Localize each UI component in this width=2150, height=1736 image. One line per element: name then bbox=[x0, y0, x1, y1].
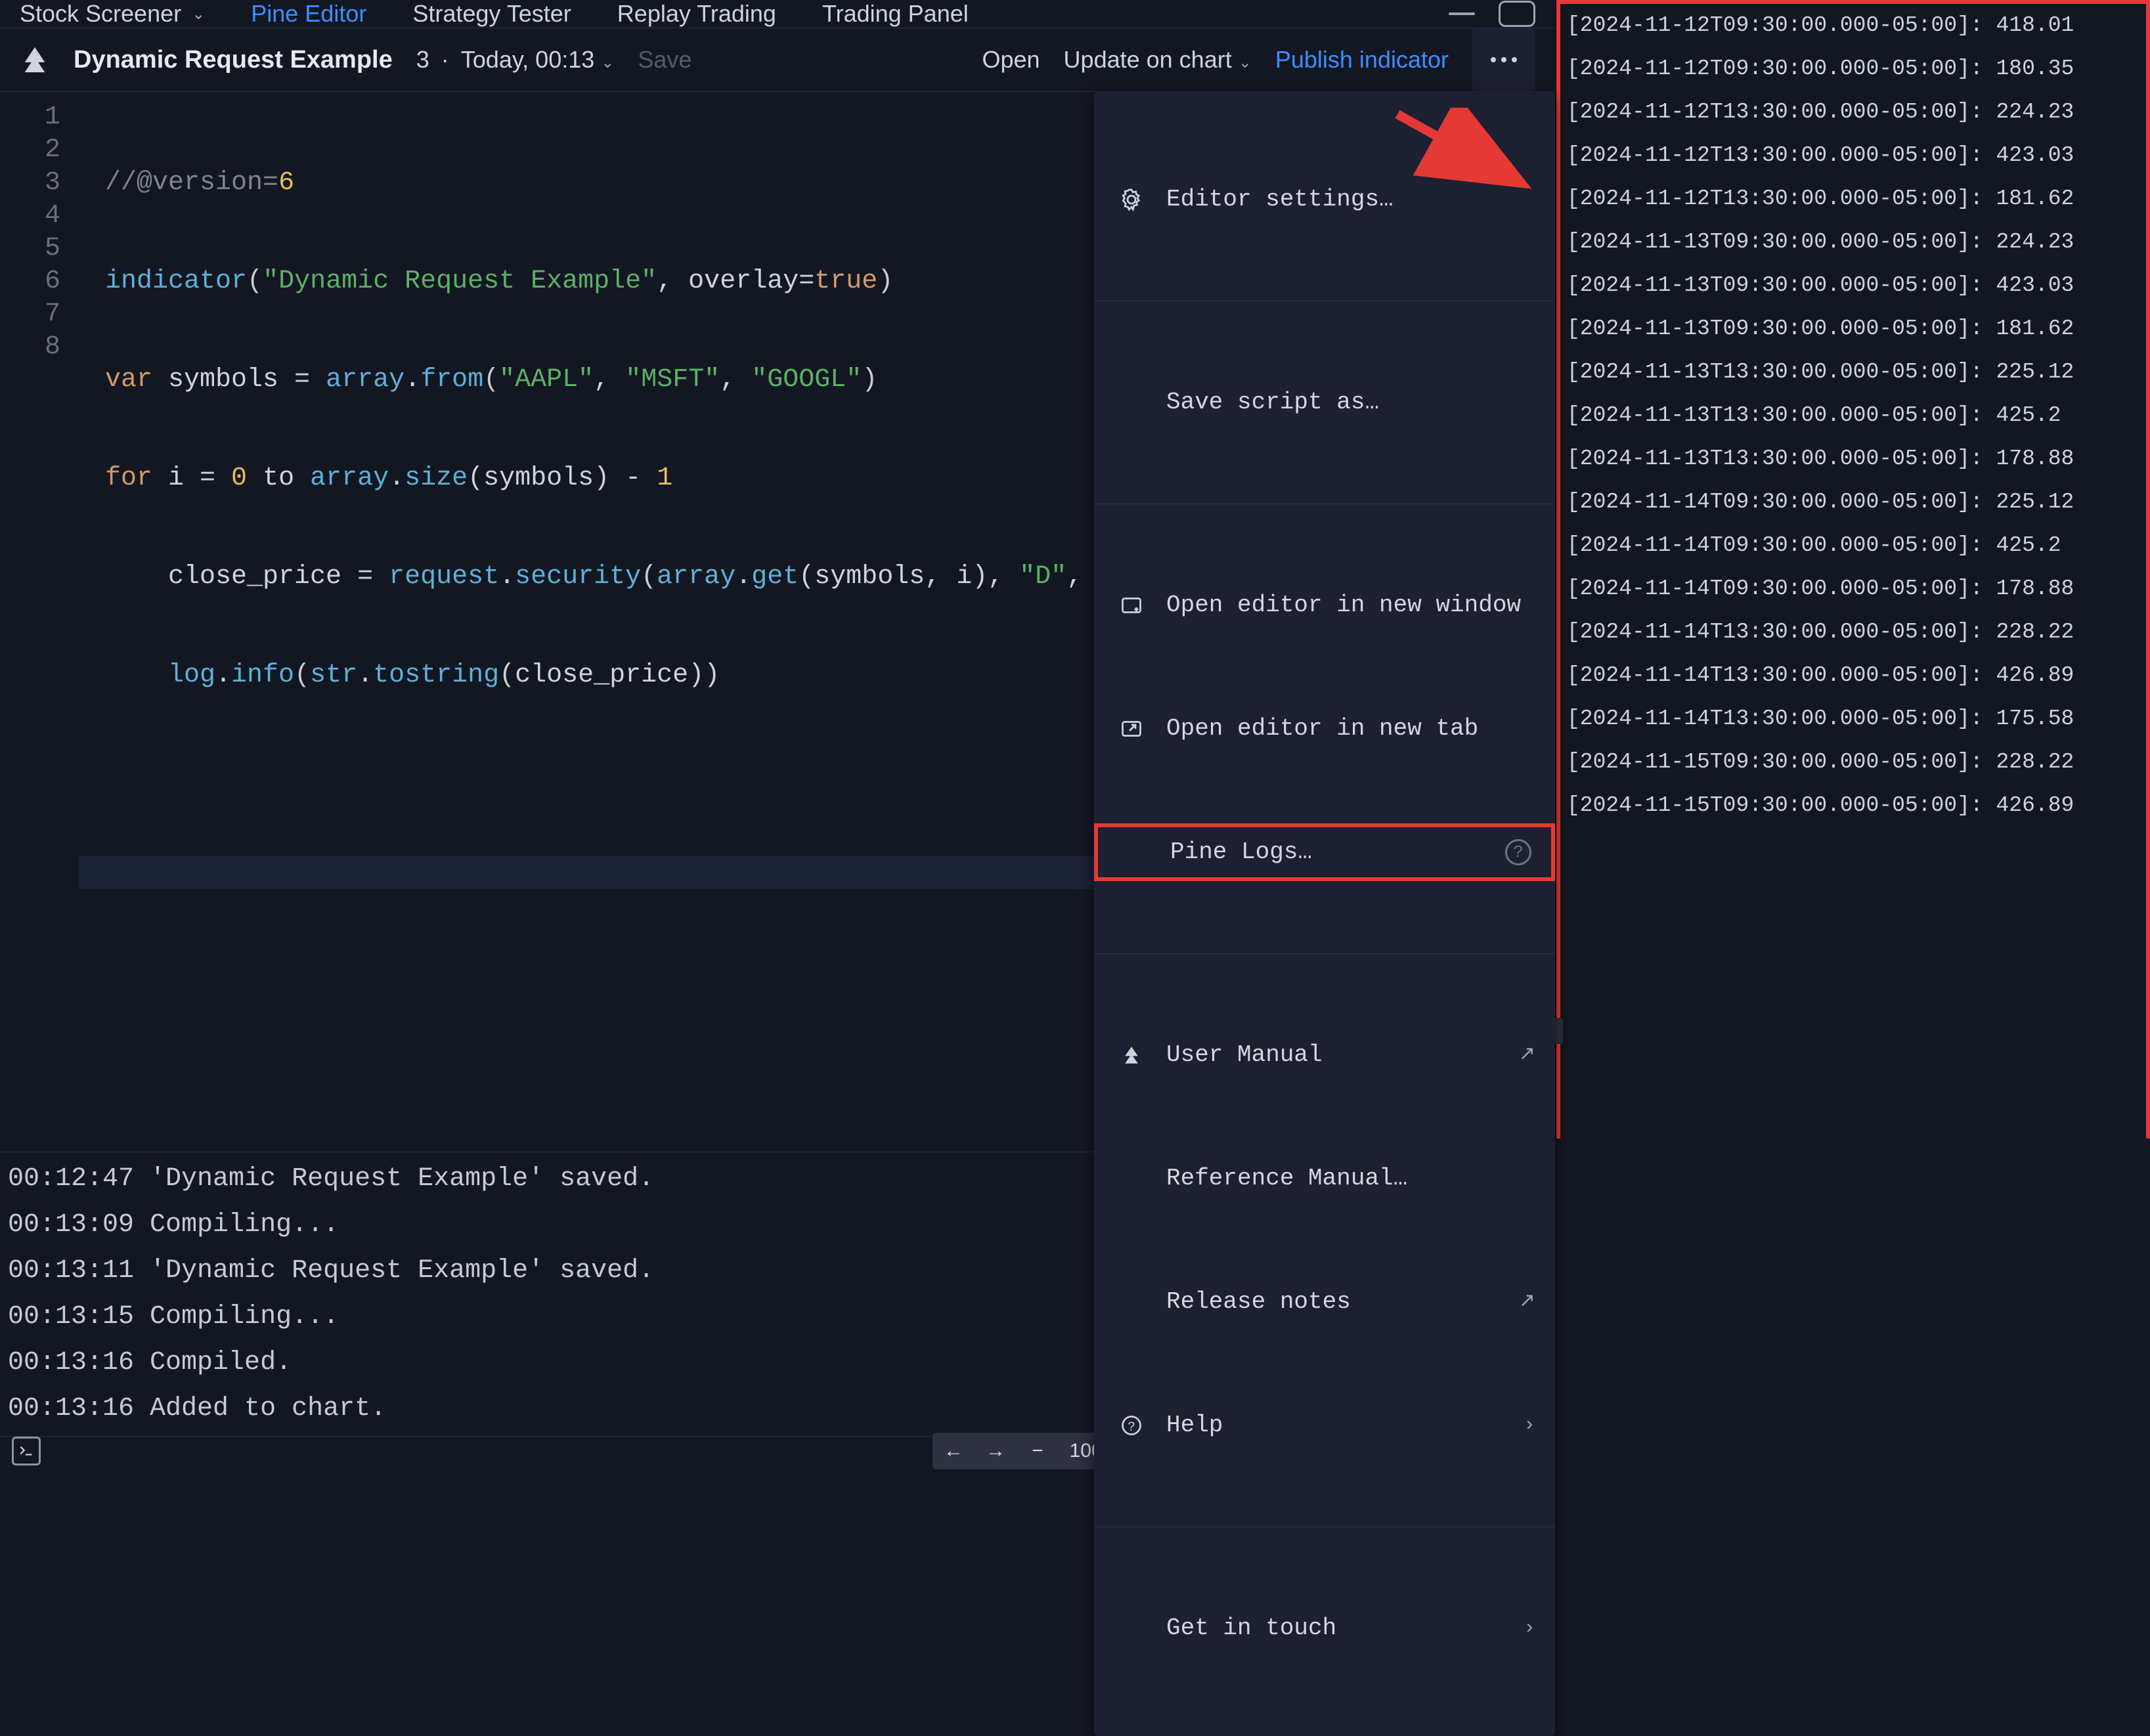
log-line: [2024-11-12T09:30:00.000-05:00]: 418.01 bbox=[1567, 4, 2146, 47]
menu-user-manual[interactable]: User Manual ↗ bbox=[1094, 1026, 1555, 1084]
line-gutter: 12345678 bbox=[0, 92, 79, 1152]
tab-label: Replay Trading bbox=[617, 0, 776, 28]
editor-more-menu: Editor settings… Save script as… Open ed… bbox=[1094, 92, 1555, 1736]
log-line: [2024-11-12T09:30:00.000-05:00]: 180.35 bbox=[1567, 47, 2146, 91]
chevron-right-icon: › bbox=[1524, 1409, 1535, 1442]
question-circle-icon: ? bbox=[1116, 1410, 1147, 1441]
menu-label: Save script as… bbox=[1166, 386, 1535, 419]
tab-label: Stock Screener bbox=[20, 0, 181, 28]
script-version[interactable]: 3 · Today, 00:13 ⌄ bbox=[416, 46, 615, 74]
line-number: 4 bbox=[0, 200, 79, 232]
external-link-icon: ↗ bbox=[1519, 1039, 1535, 1072]
log-line: [2024-11-15T09:30:00.000-05:00]: 228.22 bbox=[1567, 741, 2146, 784]
tab-label: Pine Editor bbox=[251, 0, 366, 28]
menu-save-script-as[interactable]: Save script as… bbox=[1094, 374, 1555, 431]
minimize-icon[interactable] bbox=[1449, 12, 1475, 15]
zoom-out-button[interactable]: − bbox=[1017, 1433, 1059, 1469]
log-line: [2024-11-12T13:30:00.000-05:00]: 224.23 bbox=[1567, 91, 2146, 134]
line-number: 6 bbox=[0, 265, 79, 298]
pine-script-icon bbox=[1116, 1040, 1147, 1070]
menu-pine-logs[interactable]: Pine Logs… ? bbox=[1094, 823, 1555, 881]
menu-label: Reference Manual… bbox=[1166, 1162, 1535, 1195]
tab-pine-editor[interactable]: Pine Editor bbox=[251, 0, 366, 28]
external-link-icon bbox=[1116, 714, 1147, 744]
highlight-arrow bbox=[1391, 108, 1535, 193]
menu-label: User Manual bbox=[1166, 1039, 1499, 1072]
nav-forward-button[interactable]: → bbox=[975, 1433, 1017, 1469]
open-button[interactable]: Open bbox=[982, 46, 1040, 74]
log-line: [2024-11-13T13:30:00.000-05:00]: 225.12 bbox=[1567, 351, 2146, 394]
log-line: [2024-11-13T13:30:00.000-05:00]: 425.2 bbox=[1567, 394, 2146, 437]
menu-label: Get in touch bbox=[1166, 1612, 1504, 1645]
tab-trading-panel[interactable]: Trading Panel bbox=[822, 0, 969, 28]
menu-label: Pine Logs… bbox=[1170, 836, 1485, 869]
log-line: [2024-11-13T09:30:00.000-05:00]: 423.03 bbox=[1567, 264, 2146, 307]
log-line: [2024-11-13T09:30:00.000-05:00]: 181.62 bbox=[1567, 307, 2146, 351]
code-body[interactable]: //@version=6 indicator("Dynamic Request … bbox=[79, 92, 1555, 1152]
tab-label: Trading Panel bbox=[822, 0, 969, 28]
log-line: [2024-11-13T13:30:00.000-05:00]: 178.88 bbox=[1567, 437, 2146, 481]
line-number: 8 bbox=[0, 331, 79, 364]
chevron-right-icon: › bbox=[1524, 1612, 1535, 1645]
tab-replay-trading[interactable]: Replay Trading bbox=[617, 0, 776, 28]
menu-open-new-tab[interactable]: Open editor in new tab bbox=[1094, 700, 1555, 758]
tab-strategy-tester[interactable]: Strategy Tester bbox=[412, 0, 571, 28]
menu-label: Help bbox=[1166, 1409, 1504, 1442]
log-line: [2024-11-14T13:30:00.000-05:00]: 426.89 bbox=[1567, 654, 2146, 697]
log-line: [2024-11-14T13:30:00.000-05:00]: 228.22 bbox=[1567, 611, 2146, 654]
new-window-icon bbox=[1116, 590, 1147, 620]
menu-label: Open editor in new tab bbox=[1166, 712, 1535, 745]
line-number: 5 bbox=[0, 232, 79, 265]
pine-script-icon bbox=[20, 45, 50, 75]
save-button[interactable]: Save bbox=[638, 46, 691, 74]
line-number: 3 bbox=[0, 167, 79, 200]
log-line: [2024-11-13T09:30:00.000-05:00]: 224.23 bbox=[1567, 221, 2146, 264]
menu-divider bbox=[1094, 953, 1555, 954]
tab-stock-screener[interactable]: Stock Screener ⌄ bbox=[20, 0, 205, 28]
update-on-chart-button[interactable]: Update on chart ⌄ bbox=[1064, 46, 1252, 74]
panel-tab-bar: Stock Screener ⌄ Pine Editor Strategy Te… bbox=[0, 0, 1555, 28]
log-line: [2024-11-15T09:30:00.000-05:00]: 426.89 bbox=[1567, 784, 2146, 827]
line-number: 2 bbox=[0, 134, 79, 167]
pine-logs-panel[interactable]: [2024-11-12T09:30:00.000-05:00]: 418.01[… bbox=[1556, 0, 2150, 1139]
maximize-icon[interactable] bbox=[1499, 1, 1535, 27]
menu-release-notes[interactable]: Release notes ↗ bbox=[1094, 1273, 1555, 1331]
editor-toolbar: Dynamic Request Example 3 · Today, 00:13… bbox=[0, 28, 1555, 92]
menu-reference-manual[interactable]: Reference Manual… bbox=[1094, 1150, 1555, 1207]
chevron-down-icon: ⌄ bbox=[601, 54, 614, 72]
tab-label: Strategy Tester bbox=[412, 0, 571, 28]
menu-get-in-touch[interactable]: Get in touch › bbox=[1094, 1599, 1555, 1657]
log-line: [2024-11-14T09:30:00.000-05:00]: 178.88 bbox=[1567, 567, 2146, 611]
menu-open-new-window[interactable]: Open editor in new window bbox=[1094, 576, 1555, 634]
log-line: [2024-11-12T13:30:00.000-05:00]: 423.03 bbox=[1567, 134, 2146, 177]
menu-label: Release notes bbox=[1166, 1286, 1499, 1318]
gear-icon bbox=[1116, 184, 1147, 215]
svg-text:?: ? bbox=[1128, 1420, 1135, 1435]
external-link-icon: ↗ bbox=[1519, 1286, 1535, 1318]
terminal-toggle-icon[interactable] bbox=[12, 1437, 41, 1465]
log-line: [2024-11-12T13:30:00.000-05:00]: 181.62 bbox=[1567, 177, 2146, 221]
log-line: [2024-11-14T09:30:00.000-05:00]: 225.12 bbox=[1567, 481, 2146, 524]
log-line: [2024-11-14T13:30:00.000-05:00]: 175.58 bbox=[1567, 697, 2146, 741]
publish-indicator-button[interactable]: Publish indicator bbox=[1275, 46, 1449, 74]
menu-help[interactable]: ? Help › bbox=[1094, 1397, 1555, 1454]
chevron-down-icon: ⌄ bbox=[1239, 54, 1252, 72]
line-number: 7 bbox=[0, 298, 79, 331]
nav-back-button[interactable]: ← bbox=[932, 1433, 975, 1469]
line-number: 1 bbox=[0, 101, 79, 134]
script-title[interactable]: Dynamic Request Example bbox=[74, 46, 393, 74]
menu-label: Open editor in new window bbox=[1166, 589, 1535, 622]
dots-horizontal-icon bbox=[1491, 57, 1517, 62]
more-menu-button[interactable] bbox=[1472, 28, 1535, 91]
log-line: [2024-11-14T09:30:00.000-05:00]: 425.2 bbox=[1567, 524, 2146, 567]
chevron-down-icon: ⌄ bbox=[192, 5, 205, 24]
code-editor[interactable]: 12345678 //@version=6 indicator("Dynamic… bbox=[0, 92, 1555, 1152]
question-circle-icon[interactable]: ? bbox=[1505, 839, 1531, 865]
